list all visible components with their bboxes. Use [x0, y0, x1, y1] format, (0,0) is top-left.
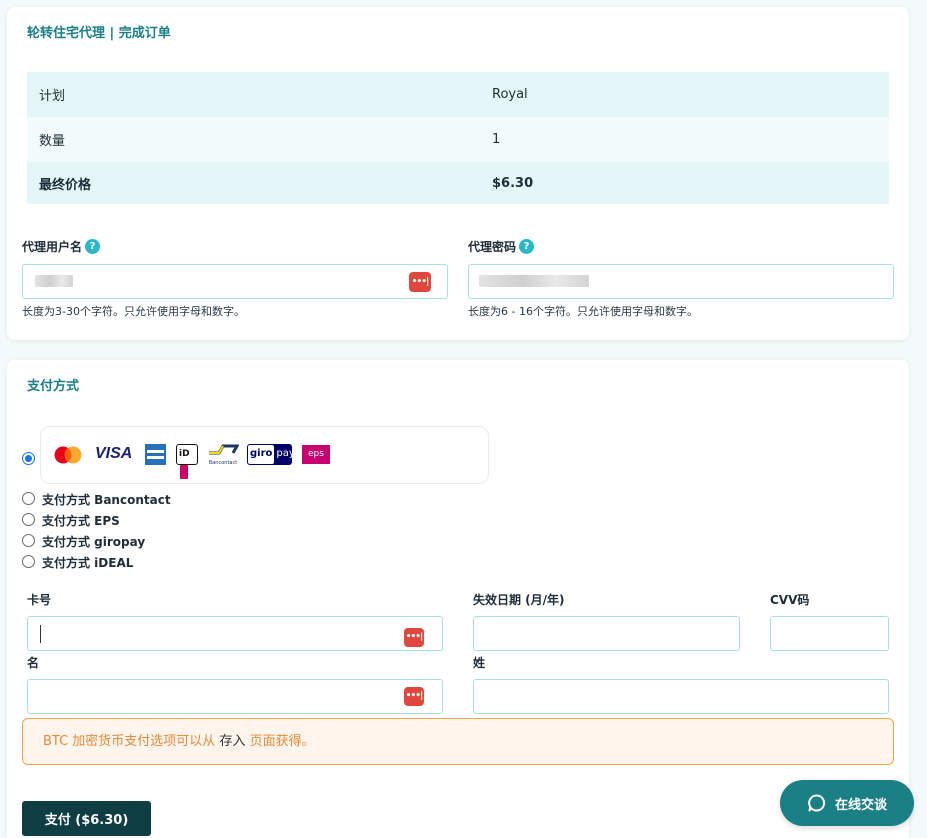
password-manager-icon[interactable]: •••|	[404, 628, 424, 647]
summary-value: 1	[492, 132, 501, 147]
proxy-username-input[interactable]	[22, 264, 448, 299]
proxy-username-hint: 长度为3-30个字符。只允许使用字母和数字。	[22, 305, 245, 318]
summary-key: 最终价格	[39, 177, 92, 193]
summary-value: $6.30	[492, 175, 534, 191]
summary-key: 数量	[39, 134, 66, 149]
first-name-label: 名	[27, 656, 40, 670]
summary-value: Royal	[492, 87, 528, 102]
username-masked-value	[35, 275, 73, 287]
payment-method-eps-label[interactable]: 支付方式 EPS	[42, 512, 120, 529]
deposit-link[interactable]: 存入	[219, 734, 245, 749]
payment-radio-card[interactable]	[22, 452, 35, 465]
card-number-label: 卡号	[27, 593, 52, 607]
summary-row-plan: 计划 Royal	[27, 72, 889, 117]
summary-row-final-price: 最终价格 $6.30	[27, 162, 889, 204]
card-number-input[interactable]	[27, 616, 443, 651]
notice-prefix: BTC 加密货币支付选项可以从	[43, 734, 220, 749]
eps-logo-icon: eps	[302, 445, 330, 464]
help-icon[interactable]: ?	[519, 239, 535, 254]
giropay-logo-text-pay: pay	[276, 448, 295, 459]
payment-method-giropay-label[interactable]: 支付方式 giropay	[42, 533, 145, 550]
help-icon[interactable]: ?	[85, 239, 101, 254]
proxy-password-hint: 长度为6 - 16个字符。只允许使用字母和数字。	[468, 305, 698, 318]
text-cursor	[40, 625, 41, 643]
giropay-logo-icon: giro pay	[247, 444, 295, 465]
cvv-label: CVV码	[770, 593, 810, 607]
ideal-logo-text: iD	[179, 449, 190, 459]
payment-title: 支付方式	[27, 379, 80, 394]
proxy-password-label-text: 代理密码	[468, 240, 517, 254]
amex-logo-icon	[145, 444, 166, 465]
cvv-input[interactable]	[770, 616, 889, 651]
bancontact-logo-icon: Bancontact	[207, 441, 240, 467]
notice-suffix: 页面获得。	[245, 734, 315, 749]
card-logos-box[interactable]: VISA iD Bancontact giro pay eps	[40, 426, 489, 484]
pay-button[interactable]: 支付 ($6.30)	[22, 801, 151, 836]
password-manager-icon[interactable]: •••|	[409, 272, 431, 292]
btc-notice: BTC 加密货币支付选项可以从 存入 页面获得。	[22, 718, 894, 765]
payment-method-ideal-label[interactable]: 支付方式 iDEAL	[42, 554, 133, 571]
order-title: 轮转住宅代理 | 完成订单	[27, 26, 171, 41]
bancontact-logo-text: Bancontact	[208, 460, 238, 466]
order-card: 轮转住宅代理 | 完成订单 计划 Royal 数量 1 最终价格 $6.30 代…	[7, 7, 909, 340]
payment-radio-giropay[interactable]	[22, 534, 35, 547]
payment-radio-ideal[interactable]	[22, 555, 35, 568]
summary-row-quantity: 数量 1	[27, 117, 889, 162]
proxy-password-label: 代理密码 ?	[468, 238, 535, 255]
expiry-label: 失效日期 (月/年)	[473, 593, 565, 607]
last-name-input[interactable]	[473, 679, 889, 714]
proxy-username-label: 代理用户名 ?	[22, 238, 101, 255]
payment-radio-bancontact[interactable]	[22, 492, 35, 505]
last-name-label: 姓	[473, 656, 486, 670]
live-chat-label: 在线交谈	[834, 797, 887, 813]
mastercard-logo-icon	[54, 446, 82, 464]
payment-radio-eps[interactable]	[22, 513, 35, 526]
summary-key: 计划	[39, 89, 66, 104]
proxy-username-label-text: 代理用户名	[22, 240, 83, 254]
password-manager-icon[interactable]: •••|	[404, 687, 424, 706]
expiry-input[interactable]	[473, 616, 740, 651]
order-summary-table: 计划 Royal 数量 1 最终价格 $6.30	[27, 72, 889, 204]
password-masked-value	[479, 275, 589, 287]
chat-bubble-icon	[808, 794, 826, 812]
visa-logo-icon: VISA	[95, 445, 133, 462]
payment-method-bancontact-label[interactable]: 支付方式 Bancontact	[42, 491, 171, 508]
ideal-logo-icon: iD	[176, 444, 198, 479]
live-chat-button[interactable]: 在线交谈	[780, 780, 914, 826]
giropay-logo-text-giro: giro	[248, 445, 275, 464]
first-name-input[interactable]	[27, 679, 443, 714]
payment-card: 支付方式 VISA iD Bancontact giro pay eps 支付方…	[7, 360, 909, 838]
